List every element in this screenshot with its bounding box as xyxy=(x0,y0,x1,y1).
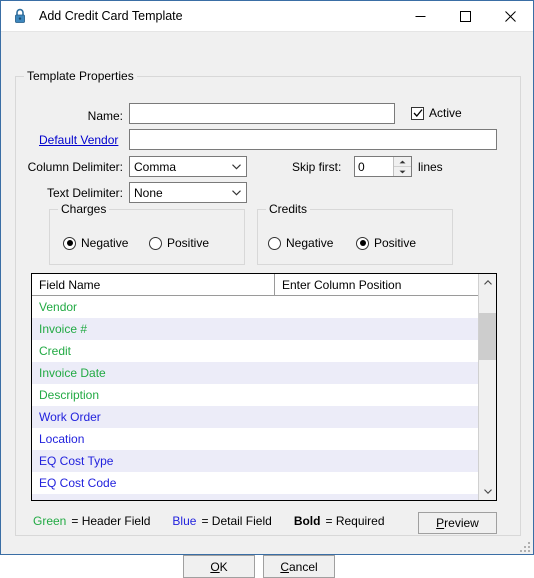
chevron-down-icon xyxy=(226,163,246,170)
radio-circle xyxy=(268,236,281,250)
table-row[interactable]: Location xyxy=(32,428,478,450)
default-vendor-input[interactable] xyxy=(129,129,497,150)
cell-field-name: EQ Cost Code xyxy=(39,476,117,490)
cell-field-name: EQ Cost Type xyxy=(39,454,114,468)
resize-grip[interactable] xyxy=(517,539,530,552)
active-label: Active xyxy=(429,106,462,120)
check-icon xyxy=(413,109,423,117)
default-vendor-link[interactable]: Default Vendor xyxy=(39,133,118,147)
grid-main: Field Name Enter Column Position Vendor I… xyxy=(32,274,478,500)
scroll-down-button[interactable] xyxy=(479,483,496,500)
radio-dot xyxy=(359,240,366,246)
charges-positive-label: Positive xyxy=(167,236,210,250)
cell-field-name: Location xyxy=(39,432,85,446)
table-row[interactable]: Work Order xyxy=(32,406,478,428)
column-delimiter-select[interactable]: Comma xyxy=(129,156,247,177)
text-delimiter-label: Text Delimiter: xyxy=(46,186,123,200)
charges-title: Charges xyxy=(58,202,110,216)
cell-field-name: Invoice Date xyxy=(39,366,106,380)
cancel-button[interactable]: Cancel xyxy=(263,555,335,578)
stepper-up-button[interactable] xyxy=(394,157,411,167)
scrollbar-track[interactable] xyxy=(479,291,496,483)
column-delimiter-value: Comma xyxy=(134,159,177,174)
cell-field-name: Invoice # xyxy=(39,322,88,336)
title-bar: Add Credit Card Template xyxy=(1,1,533,32)
text-delimiter-select[interactable]: None xyxy=(129,182,247,203)
cancel-rest: ancel xyxy=(288,559,318,574)
table-row[interactable]: Credit xyxy=(32,340,478,362)
column-delimiter-label: Column Delimiter: xyxy=(27,160,123,174)
preview-button[interactable]: Preview xyxy=(418,512,497,534)
legend-bold-text: = Required xyxy=(325,514,385,528)
cell-field-name: Vendor xyxy=(39,300,78,314)
preview-rest: review xyxy=(444,516,479,530)
scrollbar-thumb[interactable] xyxy=(479,313,496,360)
dialog-content: Template Properties Name: Active Default… xyxy=(1,32,533,578)
column-header-enter-column-position[interactable]: Enter Column Position xyxy=(275,274,478,295)
legend: Green = Header Field Blue = Detail Field… xyxy=(33,514,385,528)
chevron-down-icon xyxy=(226,189,246,196)
skip-first-label: Skip first: xyxy=(292,160,342,174)
template-properties-title: Template Properties xyxy=(24,69,137,83)
radio-circle xyxy=(356,236,369,250)
legend-required: Bold = Required xyxy=(294,514,385,528)
cell-field-name: Work Order xyxy=(39,410,101,424)
close-button[interactable] xyxy=(488,1,533,31)
cancel-accel: C xyxy=(280,559,289,574)
radio-dot xyxy=(66,240,73,246)
cell-field-name: Credit xyxy=(39,344,72,358)
legend-green-word: Green xyxy=(33,514,67,528)
minimize-button[interactable] xyxy=(398,1,443,31)
charges-negative-label: Negative xyxy=(81,236,129,250)
legend-detail-field: Blue = Detail Field xyxy=(172,514,271,528)
lines-label: lines xyxy=(418,160,443,174)
grid-scrollbar[interactable] xyxy=(478,274,496,500)
credits-radio-negative[interactable]: Negative xyxy=(268,236,333,250)
charges-radio-positive[interactable]: Positive xyxy=(149,236,209,250)
table-row[interactable]: EQ Cost Type xyxy=(32,450,478,472)
table-row[interactable]: Invoice Date xyxy=(32,362,478,384)
grid-header-row: Field Name Enter Column Position xyxy=(32,274,478,296)
legend-bold-word: Bold xyxy=(293,514,321,528)
charges-radio-negative[interactable]: Negative xyxy=(63,236,128,250)
radio-circle xyxy=(63,236,76,250)
ok-rest: K xyxy=(219,559,228,574)
column-header-field-name[interactable]: Field Name xyxy=(32,274,275,295)
stepper-down-button[interactable] xyxy=(394,167,411,176)
name-label: Name: xyxy=(87,109,123,123)
legend-blue-word: Blue xyxy=(172,514,197,528)
credits-radio-positive[interactable]: Positive xyxy=(356,236,416,250)
preview-accel: P xyxy=(436,516,445,530)
table-row[interactable]: Invoice # xyxy=(32,318,478,340)
window-title: Add Credit Card Template xyxy=(39,9,183,23)
window-controls xyxy=(398,1,533,31)
skip-first-stepper[interactable]: 0 xyxy=(354,156,412,177)
legend-header-field: Green = Header Field xyxy=(33,514,150,528)
credits-negative-label: Negative xyxy=(286,236,334,250)
table-row[interactable]: Vendor xyxy=(32,296,478,318)
ok-button[interactable]: OK xyxy=(183,555,255,578)
stepper-buttons xyxy=(393,157,411,176)
table-row[interactable]: Description xyxy=(32,384,478,406)
scroll-up-button[interactable] xyxy=(479,274,496,291)
lock-icon xyxy=(7,1,33,31)
legend-blue-text: = Detail Field xyxy=(201,514,272,528)
legend-green-text: = Header Field xyxy=(71,514,151,528)
name-input[interactable] xyxy=(129,103,395,124)
ok-accel: O xyxy=(210,559,220,574)
field-mapping-grid: Field Name Enter Column Position Vendor I… xyxy=(31,273,497,501)
radio-circle xyxy=(149,236,162,250)
table-row[interactable]: EQ Cost Code xyxy=(32,472,478,494)
active-checkbox[interactable]: Active xyxy=(411,106,462,120)
grid-rows: Vendor Invoice # Credit Invoice Date Descrip… xyxy=(32,296,478,500)
skip-first-value: 0 xyxy=(358,159,365,174)
text-delimiter-value: None xyxy=(134,185,163,200)
credits-positive-label: Positive xyxy=(374,236,417,250)
maximize-button[interactable] xyxy=(443,1,488,31)
checkbox-box xyxy=(411,106,424,120)
table-row[interactable] xyxy=(32,494,478,500)
cell-field-name: Description xyxy=(39,388,100,402)
credits-title: Credits xyxy=(266,202,311,216)
dialog-window: Add Credit Card Template Template Proper… xyxy=(0,0,534,578)
